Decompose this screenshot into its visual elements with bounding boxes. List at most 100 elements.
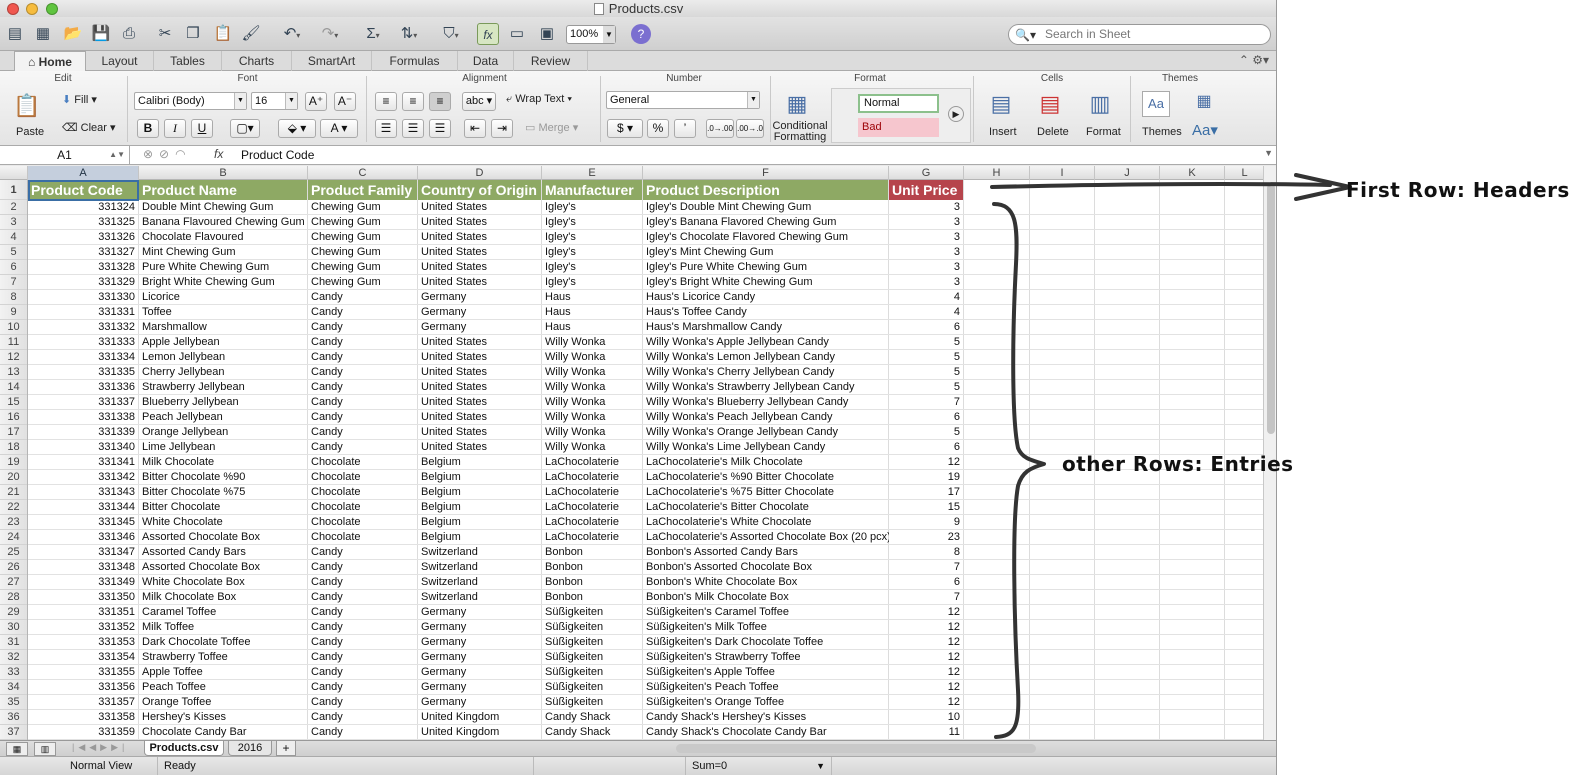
insert-button[interactable]: Insert [989,126,1017,138]
cell[interactable]: Lime Jellybean [139,440,308,455]
cell[interactable]: Candy Shack's Hershey's Kisses [643,710,889,725]
cell[interactable]: Bonbon [542,560,643,575]
header-cell[interactable]: Unit Price [889,180,964,200]
cell[interactable]: 331329 [28,275,139,290]
align-center-icon[interactable]: ☰ [402,119,424,138]
themes-button[interactable]: Themes [1142,126,1182,138]
cell[interactable]: LaChocolaterie [542,485,643,500]
cell[interactable]: Igley's [542,275,643,290]
cell[interactable]: 331331 [28,305,139,320]
cell[interactable]: Germany [418,620,542,635]
cell[interactable]: 331340 [28,440,139,455]
cell[interactable]: 5 [889,425,964,440]
cell[interactable]: 4 [889,305,964,320]
cell[interactable]: Peach Jellybean [139,410,308,425]
row-header[interactable]: 26 [0,560,27,575]
column-header[interactable]: L [1225,166,1265,180]
cell[interactable]: Candy [308,410,418,425]
decrease-indent-icon[interactable]: ⇤ [464,119,486,138]
cell[interactable]: United States [418,230,542,245]
font-name-select[interactable]: Calibri (Body) ▼ [134,92,247,110]
cell[interactable]: 3 [889,245,964,260]
delete-cells-icon[interactable]: ▤ [1035,89,1065,119]
cell[interactable]: Belgium [418,470,542,485]
row-header[interactable]: 28 [0,590,27,605]
sort-icon[interactable]: ⇅▾ [394,23,424,45]
cell[interactable]: United States [418,440,542,455]
cell[interactable]: 331343 [28,485,139,500]
cell[interactable]: 331335 [28,365,139,380]
cell[interactable]: Süßigkeiten [542,695,643,710]
cell[interactable]: Candy Shack's Chocolate Candy Bar [643,725,889,740]
column-header[interactable]: G [889,166,964,180]
cell[interactable]: Bonbon's Assorted Chocolate Box [643,560,889,575]
cell[interactable]: 12 [889,665,964,680]
row-header[interactable]: 29 [0,605,27,620]
header-cell[interactable]: Product Name [139,180,308,200]
cell[interactable]: United States [418,215,542,230]
cell[interactable]: United States [418,395,542,410]
cell[interactable]: 5 [889,335,964,350]
cell[interactable]: Hershey's Kisses [139,710,308,725]
cell[interactable]: 3 [889,215,964,230]
cell[interactable]: Switzerland [418,545,542,560]
cell[interactable]: Willy Wonka [542,380,643,395]
cell[interactable]: Caramel Toffee [139,605,308,620]
close-window-button[interactable] [7,3,19,15]
tab-review[interactable]: Review [514,51,588,71]
cell[interactable]: Double Mint Chewing Gum [139,200,308,215]
page-layout-view-button[interactable]: ▥ [34,742,56,756]
cell[interactable]: 331337 [28,395,139,410]
tab-layout[interactable]: Layout [86,51,154,71]
accounting-format-icon[interactable]: $ ▾ [607,119,643,138]
row-header[interactable]: 8 [0,290,27,305]
cell[interactable]: Belgium [418,530,542,545]
cell[interactable]: 331336 [28,380,139,395]
row-header[interactable]: 19 [0,455,27,470]
save-icon[interactable]: 💾 [90,23,112,45]
cell[interactable]: Willy Wonka [542,410,643,425]
conditional-formatting-icon[interactable]: ▦ [782,89,812,119]
cell[interactable]: Willy Wonka [542,440,643,455]
row-header[interactable]: 25 [0,545,27,560]
cell[interactable]: Marshmallow [139,320,308,335]
header-cell[interactable]: Product Code [28,180,139,200]
cell[interactable]: Milk Chocolate Box [139,590,308,605]
cell[interactable]: 331357 [28,695,139,710]
themes-icon[interactable]: Aa [1142,91,1170,117]
column-header[interactable]: A [28,166,139,180]
open-folder-icon[interactable]: 📂 [62,23,84,45]
minimize-window-button[interactable] [26,3,38,15]
cell[interactable]: Chewing Gum [308,215,418,230]
cell[interactable]: 10 [889,710,964,725]
cell[interactable]: Belgium [418,485,542,500]
styles-next-icon[interactable]: ▶ [948,106,964,122]
cell[interactable]: Chocolate Flavoured [139,230,308,245]
cell[interactable]: Strawberry Jellybean [139,380,308,395]
cell[interactable]: 331328 [28,260,139,275]
cell[interactable]: Germany [418,695,542,710]
cell[interactable]: Strawberry Toffee [139,650,308,665]
cell[interactable]: Igley's Banana Flavored Chewing Gum [643,215,889,230]
cell[interactable]: 331338 [28,410,139,425]
cell[interactable]: Chocolate Candy Bar [139,725,308,740]
cell[interactable]: Chocolate [308,515,418,530]
cell[interactable]: Licorice [139,290,308,305]
copy-icon[interactable]: ❐ [182,23,204,45]
cell[interactable]: Chewing Gum [308,230,418,245]
cell[interactable]: Candy [308,650,418,665]
cell[interactable]: United States [418,260,542,275]
cell[interactable]: Candy [308,590,418,605]
cell[interactable]: Chocolate [308,455,418,470]
cell[interactable]: Süßigkeiten's Apple Toffee [643,665,889,680]
orientation-button[interactable]: abc ▾ [462,92,496,111]
cell[interactable]: 331348 [28,560,139,575]
cell[interactable]: Belgium [418,455,542,470]
theme-fonts-button[interactable]: Aa▾ [1192,121,1218,139]
cell[interactable]: 331356 [28,680,139,695]
format-button[interactable]: Format [1086,126,1121,138]
undo-icon[interactable]: ↶▾ [276,23,308,45]
borders-icon[interactable]: ▢▾ [230,119,260,138]
cell[interactable]: 5 [889,350,964,365]
cell[interactable]: Haus's Licorice Candy [643,290,889,305]
